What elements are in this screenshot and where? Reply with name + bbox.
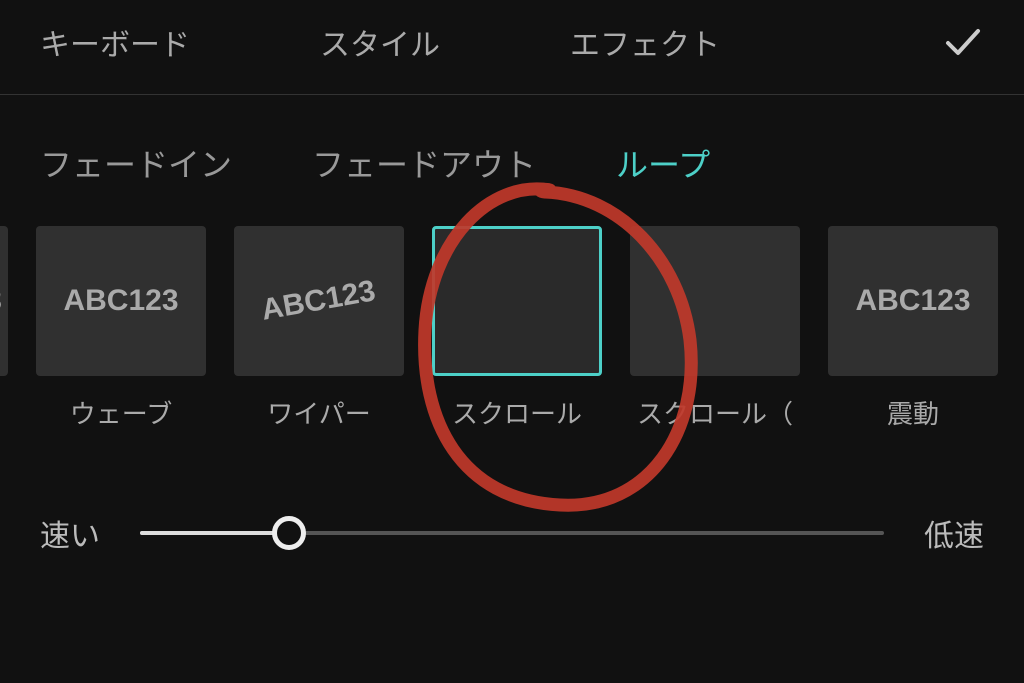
- effect-item-wiper[interactable]: ABC123 ワイパー: [234, 226, 404, 431]
- slider-label-fast: 速い: [40, 511, 100, 555]
- subtab-fade-in[interactable]: フェードイン: [40, 140, 232, 186]
- effect-preview: ABC123: [36, 226, 206, 376]
- effect-preview: [630, 226, 800, 376]
- slider-fill: [140, 531, 289, 535]
- effect-preview: 23: [0, 226, 8, 376]
- effect-preview: ABC123: [234, 226, 404, 376]
- effect-label: ワイパー: [267, 394, 370, 431]
- slider-label-slow: 低速: [924, 511, 984, 555]
- confirm-button[interactable]: [942, 21, 984, 63]
- effect-label: 震動: [887, 394, 939, 431]
- effect-item-wave[interactable]: ABC123 ウェーブ: [36, 226, 206, 431]
- effect-label: スクロール（: [637, 394, 793, 431]
- effect-item-scroll2[interactable]: スクロール（: [630, 226, 800, 431]
- tab-effect[interactable]: エフェクト: [570, 20, 720, 64]
- effect-preview-selected: [432, 226, 602, 376]
- effect-label: スクロール: [452, 394, 582, 431]
- speed-slider[interactable]: [140, 531, 884, 535]
- check-icon: [942, 21, 984, 63]
- effect-label: ウェーブ: [70, 394, 172, 431]
- effect-preview: ABC123: [828, 226, 998, 376]
- slider-handle[interactable]: [272, 516, 306, 550]
- effect-item-shake[interactable]: ABC123 震動: [828, 226, 998, 431]
- effect-item-scroll[interactable]: スクロール: [432, 226, 602, 431]
- effect-item-partial[interactable]: 23: [0, 226, 8, 431]
- subtab-loop[interactable]: ループ: [616, 140, 710, 186]
- subtab-fade-out[interactable]: フェードアウト: [312, 140, 536, 186]
- tab-style[interactable]: スタイル: [320, 20, 440, 64]
- tab-keyboard[interactable]: キーボード: [40, 20, 190, 64]
